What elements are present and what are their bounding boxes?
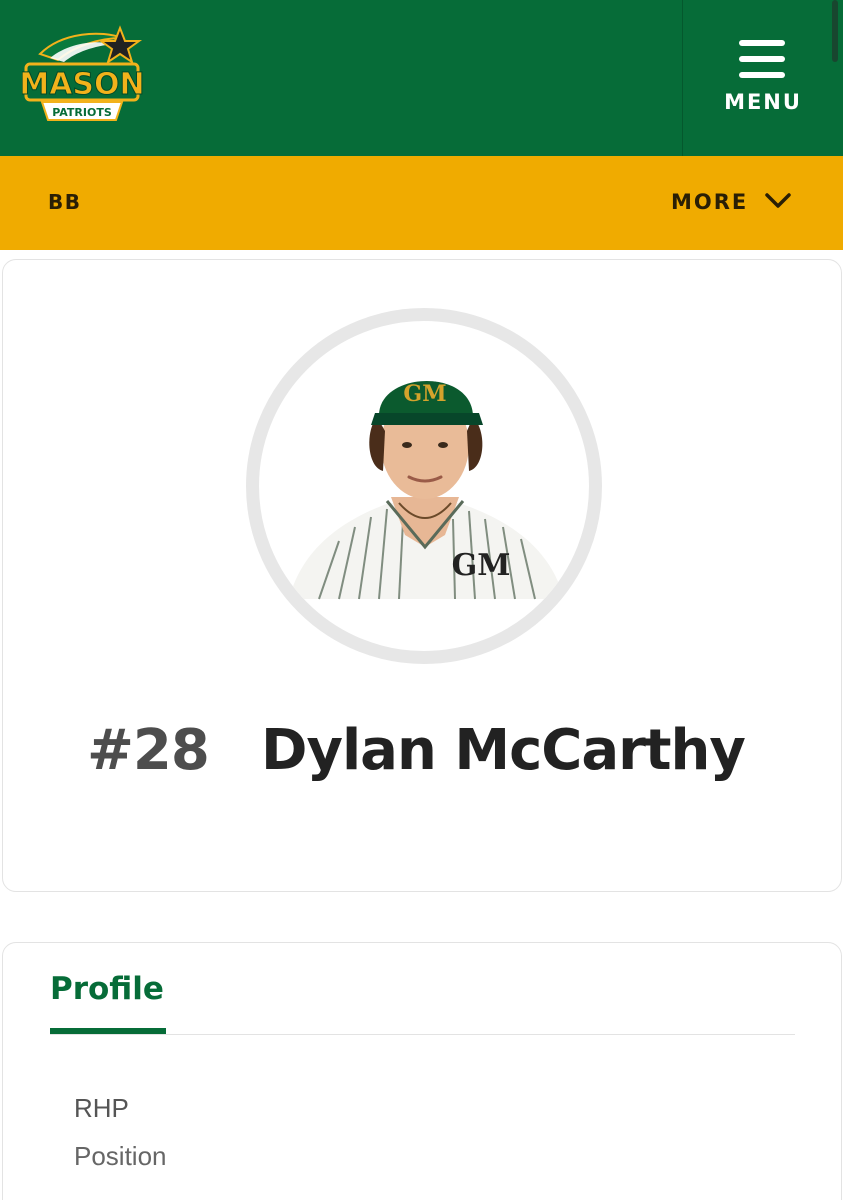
site-header: MASON PATRIOTS MENU: [0, 0, 843, 156]
position-value: RHP: [74, 1093, 129, 1123]
player-name: Dylan McCarthy: [261, 718, 746, 783]
jersey-monogram: GM: [452, 548, 511, 583]
player-card: GM GM #28 Dylan McCarthy: [2, 259, 842, 892]
logo-banner: PATRIOTS: [52, 106, 112, 119]
profile-section: Profile RHP Position: [2, 942, 842, 1200]
scrollbar[interactable]: [832, 0, 838, 62]
cap-monogram: GM: [403, 381, 446, 407]
menu-button[interactable]: MENU: [683, 0, 843, 156]
more-dropdown-button[interactable]: MORE: [668, 184, 798, 224]
player-number: #28: [87, 718, 210, 783]
logo-wordmark: MASON: [22, 67, 144, 102]
menu-label: MENU: [724, 90, 802, 114]
sport-title[interactable]: BB: [48, 190, 82, 214]
more-label: MORE: [671, 190, 749, 214]
tab-profile[interactable]: Profile: [50, 971, 164, 1007]
hamburger-icon: [739, 40, 787, 78]
tab-divider: [50, 1034, 795, 1035]
player-headshot-image: GM GM: [289, 380, 564, 600]
sport-subnav: BB MORE: [0, 156, 843, 250]
position-label: Position: [74, 1141, 167, 1171]
mason-patriots-logo[interactable]: MASON PATRIOTS: [22, 24, 144, 128]
chevron-down-icon: [765, 193, 791, 208]
player-headshot: GM GM: [246, 308, 602, 664]
